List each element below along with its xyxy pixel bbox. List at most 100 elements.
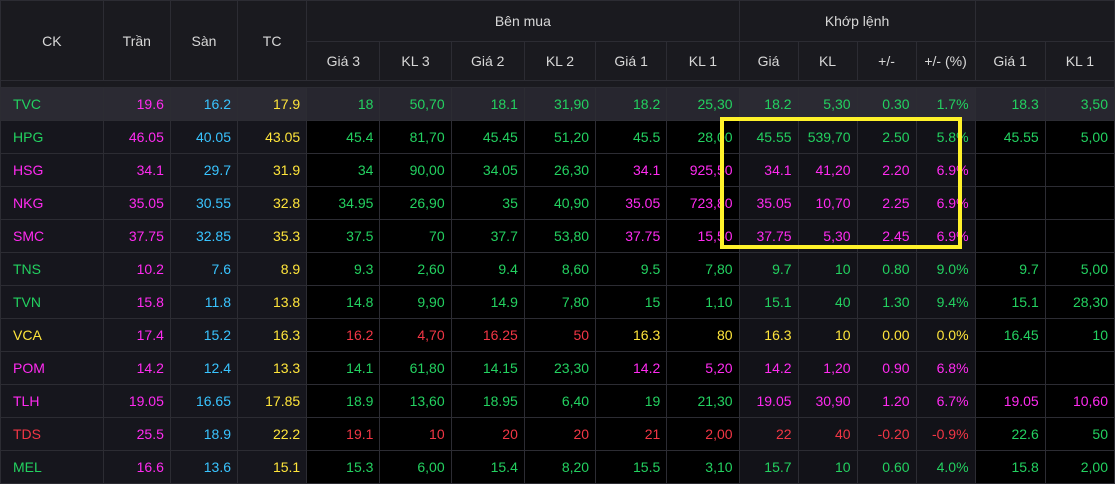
header-san[interactable]: Sàn <box>169 0 239 81</box>
match-volume-cell[interactable]: 1,20 <box>797 351 858 385</box>
match-price-cell[interactable]: 18.2 <box>738 87 799 121</box>
match-change-cell[interactable]: 0.80 <box>856 252 917 286</box>
buy-volume-cell[interactable]: 5,20 <box>666 351 740 385</box>
match-change-pct-cell[interactable]: 9.0% <box>915 252 976 286</box>
buy-volume-cell[interactable]: 7,80 <box>523 285 597 319</box>
symbol-cell[interactable]: MEL <box>0 450 104 484</box>
floor-price-cell[interactable]: 18.9 <box>169 417 239 451</box>
match-price-cell[interactable]: 34.1 <box>738 153 799 187</box>
match-price-cell[interactable]: 22 <box>738 417 799 451</box>
sell-price-cell[interactable]: 18.3 <box>974 87 1046 121</box>
sell-price-cell[interactable] <box>974 186 1046 220</box>
buy-volume-cell[interactable]: 70 <box>379 219 452 253</box>
symbol-cell[interactable]: TLH <box>0 384 104 418</box>
reference-price-cell[interactable]: 8.9 <box>237 252 308 286</box>
match-volume-cell[interactable]: 10 <box>797 318 858 352</box>
match-volume-cell[interactable]: 539,70 <box>797 120 858 154</box>
header-tc[interactable]: TC <box>237 0 308 81</box>
buy-price-cell[interactable]: 35.05 <box>595 186 668 220</box>
sell-price-cell[interactable] <box>974 219 1046 253</box>
buy-volume-cell[interactable]: 50,70 <box>379 87 452 121</box>
buy-price-cell[interactable]: 35 <box>450 186 525 220</box>
buy-volume-cell[interactable]: 21,30 <box>666 384 740 418</box>
buy-price-cell[interactable]: 14.2 <box>595 351 668 385</box>
match-price-cell[interactable]: 45.55 <box>738 120 799 154</box>
buy-price-cell[interactable]: 34.95 <box>306 186 381 220</box>
sell-volume-cell[interactable]: 10 <box>1044 318 1115 352</box>
buy-volume-cell[interactable]: 4,70 <box>379 318 452 352</box>
buy-price-cell[interactable]: 15.4 <box>450 450 525 484</box>
buy-price-cell[interactable]: 9.3 <box>306 252 381 286</box>
symbol-cell[interactable]: TNS <box>0 252 104 286</box>
match-change-pct-cell[interactable]: 6.9% <box>915 219 976 253</box>
buy-volume-cell[interactable]: 723,80 <box>666 186 740 220</box>
floor-price-cell[interactable]: 32.85 <box>169 219 239 253</box>
buy-price-cell[interactable]: 15.5 <box>595 450 668 484</box>
buy-price-cell[interactable]: 20 <box>450 417 525 451</box>
table-row[interactable]: TDS 25.5 18.9 22.2 19.1 10 20 20 21 2,00 22 40 -0.20… <box>0 417 1115 451</box>
buy-volume-cell[interactable]: 81,70 <box>379 120 452 154</box>
buy-volume-cell[interactable]: 13,60 <box>379 384 452 418</box>
sell-volume-cell[interactable]: 28,30 <box>1044 285 1115 319</box>
sell-volume-cell[interactable] <box>1044 153 1115 187</box>
buy-volume-cell[interactable]: 61,80 <box>379 351 452 385</box>
buy-price-cell[interactable]: 37.7 <box>450 219 525 253</box>
symbol-cell[interactable]: HPG <box>0 120 104 154</box>
header-sell-vol-1[interactable]: KL 1 <box>1044 41 1115 81</box>
table-row[interactable]: TVN 15.8 11.8 13.8 14.8 9,90 14.9 7,80 15 1,10 15.… <box>0 285 1115 319</box>
ceiling-price-cell[interactable]: 25.5 <box>102 417 171 451</box>
symbol-cell[interactable]: HSG <box>0 153 104 187</box>
buy-price-cell[interactable]: 14.1 <box>306 351 381 385</box>
reference-price-cell[interactable]: 13.3 <box>237 351 308 385</box>
match-volume-cell[interactable]: 41,20 <box>797 153 858 187</box>
buy-volume-cell[interactable]: 2,00 <box>666 417 740 451</box>
header-ck[interactable]: CK <box>0 0 104 81</box>
symbol-cell[interactable]: SMC <box>0 219 104 253</box>
buy-volume-cell[interactable]: 90,00 <box>379 153 452 187</box>
match-price-cell[interactable]: 16.3 <box>738 318 799 352</box>
match-change-cell[interactable]: 0.90 <box>856 351 917 385</box>
ceiling-price-cell[interactable]: 19.05 <box>102 384 171 418</box>
match-change-pct-cell[interactable]: 9.4% <box>915 285 976 319</box>
buy-price-cell[interactable]: 21 <box>595 417 668 451</box>
buy-volume-cell[interactable]: 8,20 <box>523 450 597 484</box>
buy-price-cell[interactable]: 18.1 <box>450 87 525 121</box>
sell-price-cell[interactable]: 9.7 <box>974 252 1046 286</box>
symbol-cell[interactable]: TVC <box>0 87 104 121</box>
symbol-cell[interactable]: TVN <box>0 285 104 319</box>
table-row[interactable]: MEL 16.6 13.6 15.1 15.3 6,00 15.4 8,20 15.5 3,10 1… <box>0 450 1115 484</box>
sell-volume-cell[interactable]: 5,00 <box>1044 252 1115 286</box>
buy-price-cell[interactable]: 9.4 <box>450 252 525 286</box>
match-price-cell[interactable]: 37.75 <box>738 219 799 253</box>
sell-volume-cell[interactable]: 10,60 <box>1044 384 1115 418</box>
floor-price-cell[interactable]: 13.6 <box>169 450 239 484</box>
sell-volume-cell[interactable] <box>1044 186 1115 220</box>
buy-price-cell[interactable]: 37.5 <box>306 219 381 253</box>
buy-volume-cell[interactable]: 1,10 <box>666 285 740 319</box>
floor-price-cell[interactable]: 15.2 <box>169 318 239 352</box>
buy-price-cell[interactable]: 19.1 <box>306 417 381 451</box>
buy-price-cell[interactable]: 14.15 <box>450 351 525 385</box>
reference-price-cell[interactable]: 15.1 <box>237 450 308 484</box>
buy-volume-cell[interactable]: 51,20 <box>523 120 597 154</box>
match-volume-cell[interactable]: 40 <box>797 417 858 451</box>
match-change-pct-cell[interactable]: 0.0% <box>915 318 976 352</box>
ceiling-price-cell[interactable]: 15.8 <box>102 285 171 319</box>
buy-price-cell[interactable]: 16.25 <box>450 318 525 352</box>
sell-price-cell[interactable]: 22.6 <box>974 417 1046 451</box>
match-volume-cell[interactable]: 40 <box>797 285 858 319</box>
buy-volume-cell[interactable]: 25,30 <box>666 87 740 121</box>
reference-price-cell[interactable]: 43.05 <box>237 120 308 154</box>
floor-price-cell[interactable]: 11.8 <box>169 285 239 319</box>
match-volume-cell[interactable]: 10 <box>797 252 858 286</box>
reference-price-cell[interactable]: 35.3 <box>237 219 308 253</box>
sell-volume-cell[interactable]: 5,00 <box>1044 120 1115 154</box>
buy-volume-cell[interactable]: 6,40 <box>523 384 597 418</box>
buy-volume-cell[interactable]: 7,80 <box>666 252 740 286</box>
reference-price-cell[interactable]: 16.3 <box>237 318 308 352</box>
match-change-cell[interactable]: 2.25 <box>856 186 917 220</box>
ceiling-price-cell[interactable]: 14.2 <box>102 351 171 385</box>
buy-price-cell[interactable]: 18 <box>306 87 381 121</box>
header-tran[interactable]: Trần <box>102 0 171 81</box>
match-change-cell[interactable]: 2.50 <box>856 120 917 154</box>
